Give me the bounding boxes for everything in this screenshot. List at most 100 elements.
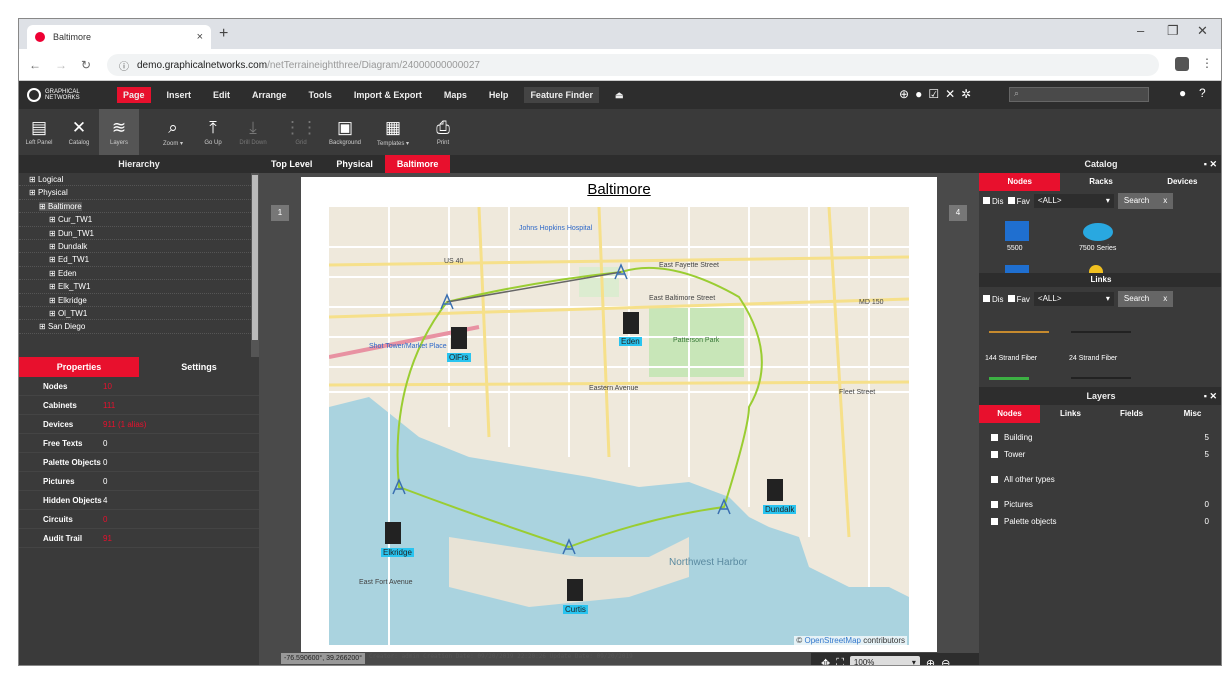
templates-button[interactable]: ▦ Templates ▾ bbox=[369, 109, 417, 155]
print-button[interactable]: ⎙ Print bbox=[423, 109, 463, 155]
tree-item[interactable]: ⊞ Baltimore bbox=[19, 200, 253, 214]
tree-item[interactable]: ⊞ Ed_TW1 bbox=[19, 253, 253, 267]
zoom-select[interactable]: 100% ▾ bbox=[849, 656, 920, 665]
url-input[interactable]: ⓘ demo.graphicalnetworks.com /netTerrain… bbox=[107, 54, 1159, 76]
green-link-swatch[interactable] bbox=[989, 377, 1029, 380]
close-window-button[interactable]: ✕ bbox=[1197, 23, 1208, 39]
map-background[interactable]: OlFrs Eden Elkridge Dundalk Curtis US 40… bbox=[329, 207, 909, 645]
black-link-swatch[interactable] bbox=[1071, 377, 1131, 379]
expand-icon[interactable]: ⊞ bbox=[49, 296, 58, 305]
property-value[interactable]: 10 bbox=[103, 382, 112, 391]
expand-icon[interactable]: ⊞ bbox=[49, 282, 58, 291]
fiber-144-swatch[interactable] bbox=[989, 331, 1049, 333]
layer-row[interactable]: Palette objects 0 bbox=[979, 513, 1221, 530]
clear-icon[interactable]: x bbox=[1163, 291, 1167, 307]
browser-menu-icon[interactable]: ⋮ bbox=[1201, 56, 1213, 70]
layer-row[interactable]: Tower 5 bbox=[979, 446, 1221, 463]
profile-icon[interactable] bbox=[1175, 57, 1189, 71]
tools-icon[interactable]: ✕ bbox=[945, 87, 955, 101]
tree-item[interactable]: ⊞ Elkridge bbox=[19, 294, 253, 307]
property-value[interactable]: 91 bbox=[103, 534, 112, 543]
background-button[interactable]: ▣ Background bbox=[321, 109, 369, 155]
layers-button[interactable]: ≋ Layers bbox=[99, 109, 139, 155]
tree-item[interactable]: ⊞ Logical bbox=[19, 173, 253, 187]
eject-icon[interactable]: ⏏ bbox=[609, 87, 630, 104]
breadcrumb-physical[interactable]: Physical bbox=[324, 155, 385, 173]
left-panel-button[interactable]: ▤ Left Panel bbox=[19, 109, 59, 155]
fit-icon[interactable]: ⛶ bbox=[836, 657, 844, 666]
catalog-close-icon[interactable]: ▪ ✕ bbox=[1204, 155, 1217, 173]
dis-checkbox[interactable]: Dis bbox=[983, 196, 1004, 206]
back-icon[interactable]: ← bbox=[29, 58, 41, 72]
tree-item[interactable]: ⊞ Dundalk bbox=[19, 240, 253, 254]
app-search-input[interactable]: ⌕ bbox=[1009, 87, 1149, 102]
drill-down-button[interactable]: ⤓ Drill Down bbox=[233, 109, 273, 155]
menu-tools[interactable]: Tools bbox=[303, 87, 338, 103]
tree-item[interactable]: ⊞ San Diego bbox=[19, 320, 253, 334]
node-label-elkridge[interactable]: Elkridge bbox=[381, 548, 414, 557]
node-label-eden[interactable]: Eden bbox=[619, 337, 642, 346]
node-label-dundalk[interactable]: Dundalk bbox=[763, 505, 797, 514]
forward-icon[interactable]: → bbox=[55, 58, 67, 72]
property-value[interactable]: 911 (1 alias) bbox=[103, 420, 146, 429]
tree-item[interactable]: ⊞ Physical bbox=[19, 186, 253, 200]
tab-nodes[interactable]: Nodes bbox=[979, 173, 1061, 191]
catalog-button[interactable]: ✕ Catalog bbox=[59, 109, 99, 155]
tree-item[interactable]: ⊞ Elk_TW1 bbox=[19, 280, 253, 294]
menu-help[interactable]: Help bbox=[483, 87, 515, 103]
clear-icon[interactable]: x bbox=[1163, 193, 1167, 209]
menu-insert[interactable]: Insert bbox=[161, 87, 198, 103]
catalog-item-7500[interactable]: 7500 Series bbox=[1079, 245, 1116, 252]
breadcrumb-baltimore[interactable]: Baltimore bbox=[384, 155, 451, 173]
links-fav-checkbox[interactable]: Fav bbox=[1007, 294, 1030, 304]
layer-check-icon[interactable] bbox=[991, 434, 998, 441]
catalog-item-5500[interactable]: 5500 bbox=[1007, 245, 1023, 252]
zoom-out-icon[interactable]: ⊖ bbox=[941, 657, 950, 666]
layer-row[interactable]: Pictures 0 bbox=[979, 496, 1221, 513]
diagram-canvas[interactable]: 1 4 Baltimore OlFrs Eden Elkridge Dundal… bbox=[259, 173, 979, 666]
links-type-select[interactable]: <ALL> ▾ bbox=[1033, 292, 1114, 306]
fav-checkbox[interactable]: Fav bbox=[1007, 196, 1030, 206]
tab-close-icon[interactable]: × bbox=[197, 31, 203, 43]
info-circle-icon[interactable]: ● bbox=[1179, 86, 1186, 100]
link-item-24[interactable]: 24 Strand Fiber bbox=[1069, 355, 1117, 362]
catalog-search-button[interactable]: Search x bbox=[1117, 193, 1174, 209]
property-value[interactable]: 0 bbox=[103, 515, 107, 524]
pan-icon[interactable]: ✥ bbox=[821, 657, 830, 666]
minimize-button[interactable]: – bbox=[1137, 23, 1144, 38]
breadcrumb-top-level[interactable]: Top Level bbox=[259, 155, 324, 173]
page-right-badge[interactable]: 4 bbox=[949, 205, 967, 221]
layers-tab-fields[interactable]: Fields bbox=[1101, 405, 1162, 423]
node-label-curtis[interactable]: Curtis bbox=[563, 605, 588, 614]
globe-icon[interactable]: ⊕ bbox=[899, 87, 909, 101]
node-label-olfrs[interactable]: OlFrs bbox=[447, 353, 471, 362]
expand-icon[interactable]: ⊞ bbox=[39, 201, 48, 211]
layer-check-icon[interactable] bbox=[991, 476, 998, 483]
tree-scrollbar-thumb[interactable] bbox=[252, 175, 258, 340]
new-tab-button[interactable]: + bbox=[219, 25, 228, 43]
layer-row[interactable]: All other types bbox=[979, 471, 1221, 488]
tab-devices[interactable]: Devices bbox=[1142, 173, 1221, 191]
go-up-button[interactable]: ⤒ Go Up bbox=[193, 109, 233, 155]
expand-icon[interactable]: ⊞ bbox=[49, 229, 58, 238]
menu-edit[interactable]: Edit bbox=[207, 87, 236, 103]
expand-icon[interactable]: ⊞ bbox=[39, 322, 48, 331]
links-dis-checkbox[interactable]: Dis bbox=[983, 294, 1004, 304]
zoom-in-icon[interactable]: ⊕ bbox=[926, 657, 935, 666]
expand-icon[interactable]: ⊞ bbox=[49, 255, 58, 264]
page-left-badge[interactable]: 1 bbox=[271, 205, 289, 221]
tree-item[interactable]: ⊞ Ol_TW1 bbox=[19, 307, 253, 321]
layers-close-icon[interactable]: ▪ ✕ bbox=[1204, 387, 1217, 405]
link-item-144[interactable]: 144 Strand Fiber bbox=[985, 355, 1037, 362]
expand-icon[interactable]: ⊞ bbox=[49, 309, 58, 318]
expand-icon[interactable]: ⊞ bbox=[29, 175, 38, 184]
menu-maps[interactable]: Maps bbox=[438, 87, 473, 103]
help-icon[interactable]: ? bbox=[1199, 86, 1206, 100]
tree-scrollbar[interactable] bbox=[251, 173, 259, 357]
zoom-button[interactable]: ⌕ Zoom ▾ bbox=[153, 109, 193, 155]
layer-check-icon[interactable] bbox=[991, 451, 998, 458]
layer-check-icon[interactable] bbox=[991, 501, 998, 508]
tab-racks[interactable]: Racks bbox=[1060, 173, 1141, 191]
tab-properties[interactable]: Properties bbox=[19, 357, 139, 377]
gear-icon[interactable]: ✲ bbox=[961, 87, 971, 101]
